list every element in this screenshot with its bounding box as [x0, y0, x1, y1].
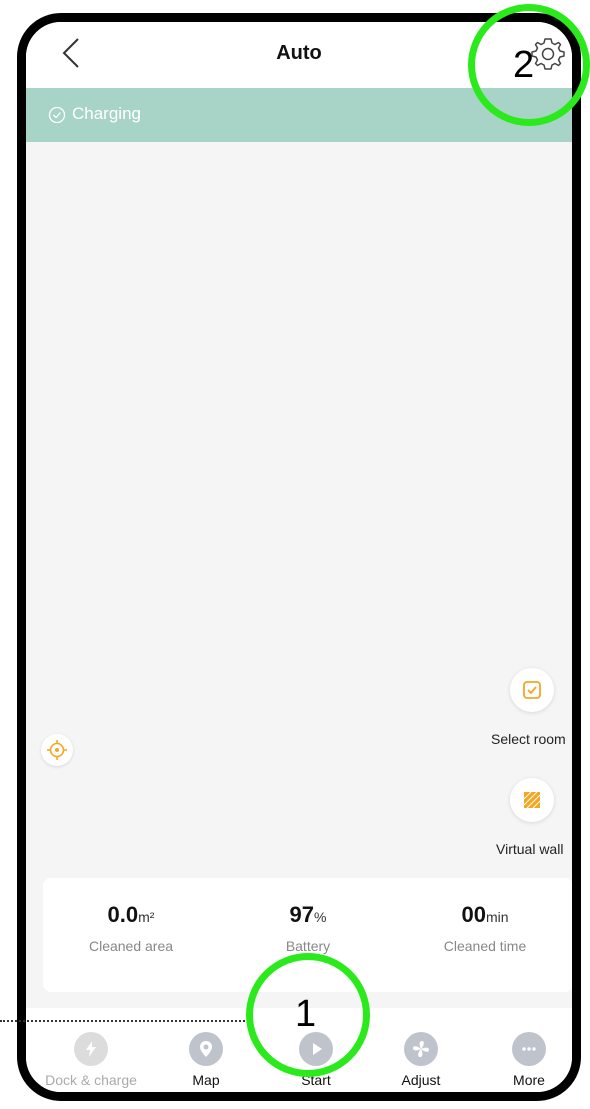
annotation-number-1: 1: [295, 993, 317, 1035]
annotation-number-2: 2: [513, 44, 535, 86]
select-room-label[interactable]: Select room: [491, 731, 566, 747]
virtual-wall-button[interactable]: [510, 778, 554, 822]
stat-unit: %: [314, 909, 327, 925]
stat-unit: min: [485, 909, 509, 925]
map-area[interactable]: [26, 142, 572, 877]
stat-value: 00: [461, 902, 486, 927]
more-icon: [512, 1032, 546, 1066]
stat-value: 0.0: [107, 902, 139, 927]
locate-button[interactable]: [41, 734, 73, 766]
status-text: Charging: [72, 104, 141, 123]
annotation-pointer-line: [0, 1020, 245, 1022]
virtual-wall-icon: [523, 791, 541, 809]
select-room-icon: [523, 681, 541, 699]
map-pin-icon: [189, 1032, 223, 1066]
nav-more[interactable]: More: [479, 1008, 572, 1092]
nav-label: More: [513, 1072, 545, 1088]
dock-charge-icon: [74, 1032, 108, 1066]
select-room-button[interactable]: [510, 668, 554, 712]
virtual-wall-label[interactable]: Virtual wall: [496, 841, 563, 857]
stat-battery: 97% Battery: [220, 902, 396, 954]
stat-label: Battery: [285, 938, 331, 954]
nav-adjust[interactable]: Adjust: [371, 1008, 471, 1092]
stat-label: Cleaned time: [443, 938, 527, 954]
stat-label: Cleaned area: [88, 938, 174, 954]
check-circle-icon: [48, 106, 66, 124]
stat-cleaned-area: 0.0m² Cleaned area: [43, 902, 219, 954]
stat-unit: m²: [138, 909, 155, 925]
fan-icon: [404, 1032, 438, 1066]
crosshair-icon: [47, 740, 67, 760]
stat-cleaned-time: 00min Cleaned time: [397, 902, 572, 954]
stat-value: 97: [289, 902, 315, 927]
phone-frame: Auto Charging Select room Virtual wall 0…: [17, 13, 581, 1101]
